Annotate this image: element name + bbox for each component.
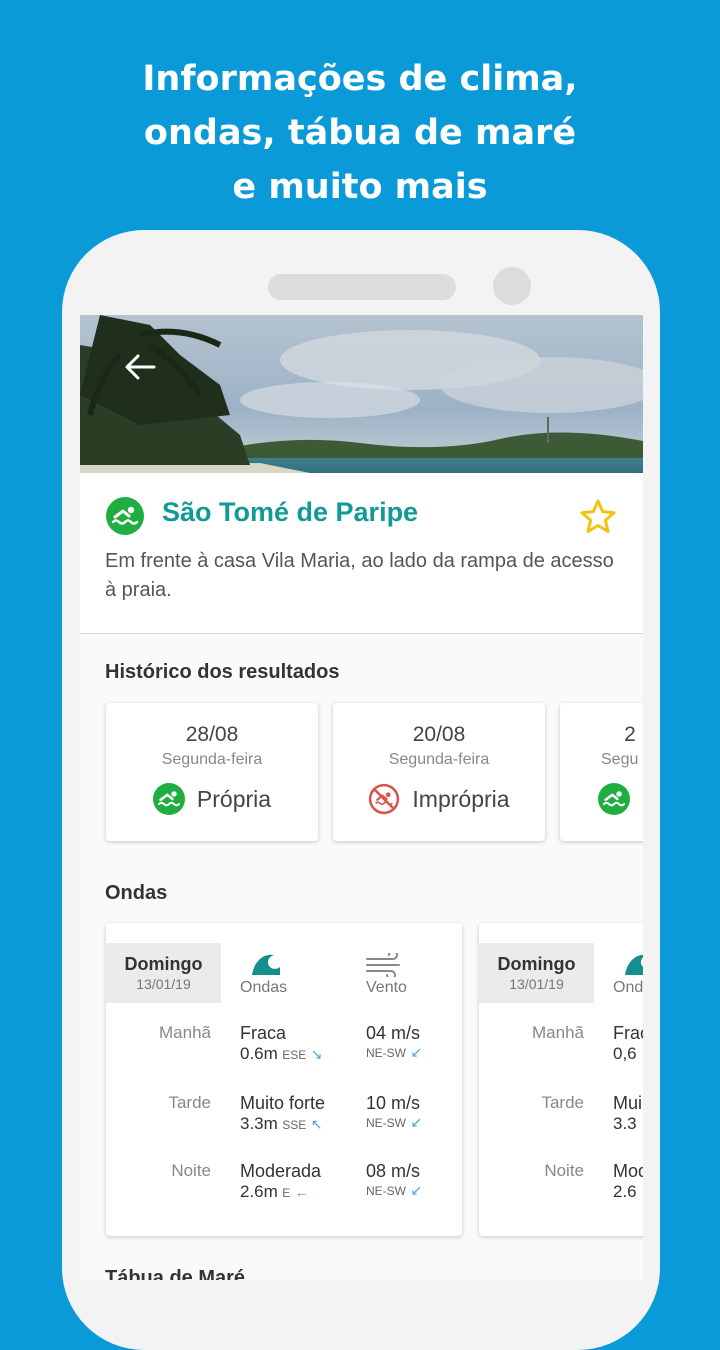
wave-icon: [252, 954, 280, 975]
history-weekday: Segunda-feira: [161, 751, 263, 768]
promo-headline: Informações de clima, ondas, tábua de ma…: [0, 52, 720, 214]
wave-direction: E: [282, 1186, 291, 1200]
swimmer-ok-icon: [598, 783, 630, 815]
wave-direction-arrow-icon: ←: [294, 1184, 309, 1200]
swimmer-ok-icon: [152, 783, 185, 815]
wind-direction-arrow-icon: ↙: [410, 1182, 423, 1198]
wave-strength: Mui: [613, 1093, 643, 1113]
wind-direction-arrow-icon: ↙: [410, 1114, 423, 1130]
wave-direction: SSE: [282, 1118, 307, 1132]
history-status-label: Imprópria: [412, 785, 510, 812]
beach-description: Em frente à casa Vila Maria, ao lado da …: [105, 550, 614, 601]
arrow-left-icon[interactable]: [120, 349, 160, 385]
col-waves-label: Ond: [613, 979, 643, 996]
beach-photo: [80, 315, 643, 473]
phone-speaker: [268, 274, 456, 300]
wind-icon: [366, 953, 400, 977]
wind-direction: NE-SW: [366, 1046, 406, 1060]
wind-cell: 08 m/s NE-SW ↙: [366, 1161, 422, 1200]
star-outline-icon[interactable]: [578, 497, 618, 537]
history-card[interactable]: 2 Segu: [560, 703, 643, 841]
beach-info: São Tomé de Paripe Em frente à casa Vila…: [80, 473, 643, 634]
forecast-day-date: 13/01/19: [509, 976, 564, 992]
period-label: Noite: [544, 1161, 584, 1180]
wave-cell: Moderada 2.6m E ←: [240, 1161, 321, 1202]
wind-cell: 10 m/s NE-SW ↙: [366, 1093, 422, 1132]
wind-speed: 04 m/s: [366, 1023, 421, 1043]
period-label: Tarde: [168, 1093, 211, 1112]
history-card[interactable]: 28/08 Segunda-feira Própria: [106, 703, 318, 841]
swimmer-prohibited-icon: [368, 783, 400, 815]
history-weekday: Segu: [601, 751, 639, 768]
wave-cell: Fraca 0.6m ESE ↘: [240, 1023, 322, 1064]
swimmer-ok-icon: [106, 497, 144, 535]
history-weekday: Segunda-feira: [388, 751, 490, 768]
period-label: Tarde: [541, 1093, 584, 1112]
phone-camera: [493, 267, 531, 305]
period-label: Manhã: [532, 1023, 584, 1042]
forecast-day-name: Domingo: [497, 954, 576, 974]
forecast-day: Domingo 13/01/19: [479, 943, 594, 1003]
wave-icon: [625, 954, 643, 975]
col-wind-label: Vento: [366, 979, 407, 996]
wave-cell: Frac 0,6: [613, 1023, 643, 1064]
history-status: Própria: [106, 783, 318, 815]
wave-height: 2.6: [613, 1182, 637, 1201]
wind-speed: 08 m/s: [366, 1161, 421, 1181]
history-date: 2: [624, 723, 636, 746]
wave-height: 0.6m: [240, 1044, 278, 1063]
forecast-day: Domingo 13/01/19: [106, 943, 221, 1003]
headline-line-2: ondas, tábua de maré: [143, 113, 577, 153]
forecast-day-date: 13/01/19: [136, 976, 191, 992]
forecast-day-name: Domingo: [124, 954, 203, 974]
wind-speed: 10 m/s: [366, 1093, 421, 1113]
wave-strength: Frac: [613, 1023, 643, 1043]
wave-height: 2.6m: [240, 1182, 278, 1201]
period-label: Noite: [171, 1161, 211, 1180]
headline-line-3: e muito mais: [232, 167, 488, 207]
wave-cell: Mui 3.3: [613, 1093, 642, 1134]
wave-forecast-card[interactable]: Domingo 13/01/19 Ondas Vento Manhã Fraca…: [106, 923, 462, 1236]
history-date: 28/08: [185, 723, 239, 746]
wave-strength: Muito forte: [240, 1093, 326, 1113]
wave-direction-arrow-icon: ↖: [310, 1116, 323, 1132]
wind-direction: NE-SW: [366, 1184, 406, 1198]
wind-direction: NE-SW: [366, 1116, 406, 1130]
waves-title: Ondas: [105, 882, 168, 904]
history-status: Imprópria: [333, 783, 545, 815]
col-waves-label: Ondas: [240, 979, 288, 996]
tide-section-title: Tábua de Maré: [105, 1267, 246, 1280]
wave-direction: ESE: [282, 1048, 307, 1062]
history-title: Histórico dos resultados: [105, 661, 340, 683]
history-card[interactable]: 20/08 Segunda-feira Imprópria: [333, 703, 545, 841]
headline-line-1: Informações de clima,: [142, 59, 578, 99]
wave-strength: Mod: [613, 1161, 643, 1181]
wave-cell: Muito forte 3.3m SSE ↖: [240, 1093, 325, 1134]
history-date: 20/08: [412, 723, 466, 746]
wind-direction-arrow-icon: ↙: [410, 1044, 423, 1060]
wave-height: 3.3m: [240, 1114, 278, 1133]
beach-name: São Tomé de Paripe: [162, 497, 419, 527]
wave-direction-arrow-icon: ↘: [310, 1046, 323, 1062]
wave-cell: Mod 2.6: [613, 1161, 643, 1202]
history-status-label: Própria: [196, 785, 272, 812]
wind-cell: 04 m/s NE-SW ↙: [366, 1023, 422, 1062]
wave-strength: Moderada: [240, 1161, 322, 1181]
app-screen: São Tomé de Paripe Em frente à casa Vila…: [80, 315, 643, 1280]
wave-height: 3.3: [613, 1114, 637, 1133]
wave-forecast-card[interactable]: Domingo 13/01/19 Ond Manhã Frac 0,6 Tard…: [479, 923, 643, 1236]
wave-strength: Fraca: [240, 1023, 287, 1043]
wave-height: 0,6: [613, 1044, 637, 1063]
history-status: [560, 783, 643, 815]
period-label: Manhã: [159, 1023, 211, 1042]
